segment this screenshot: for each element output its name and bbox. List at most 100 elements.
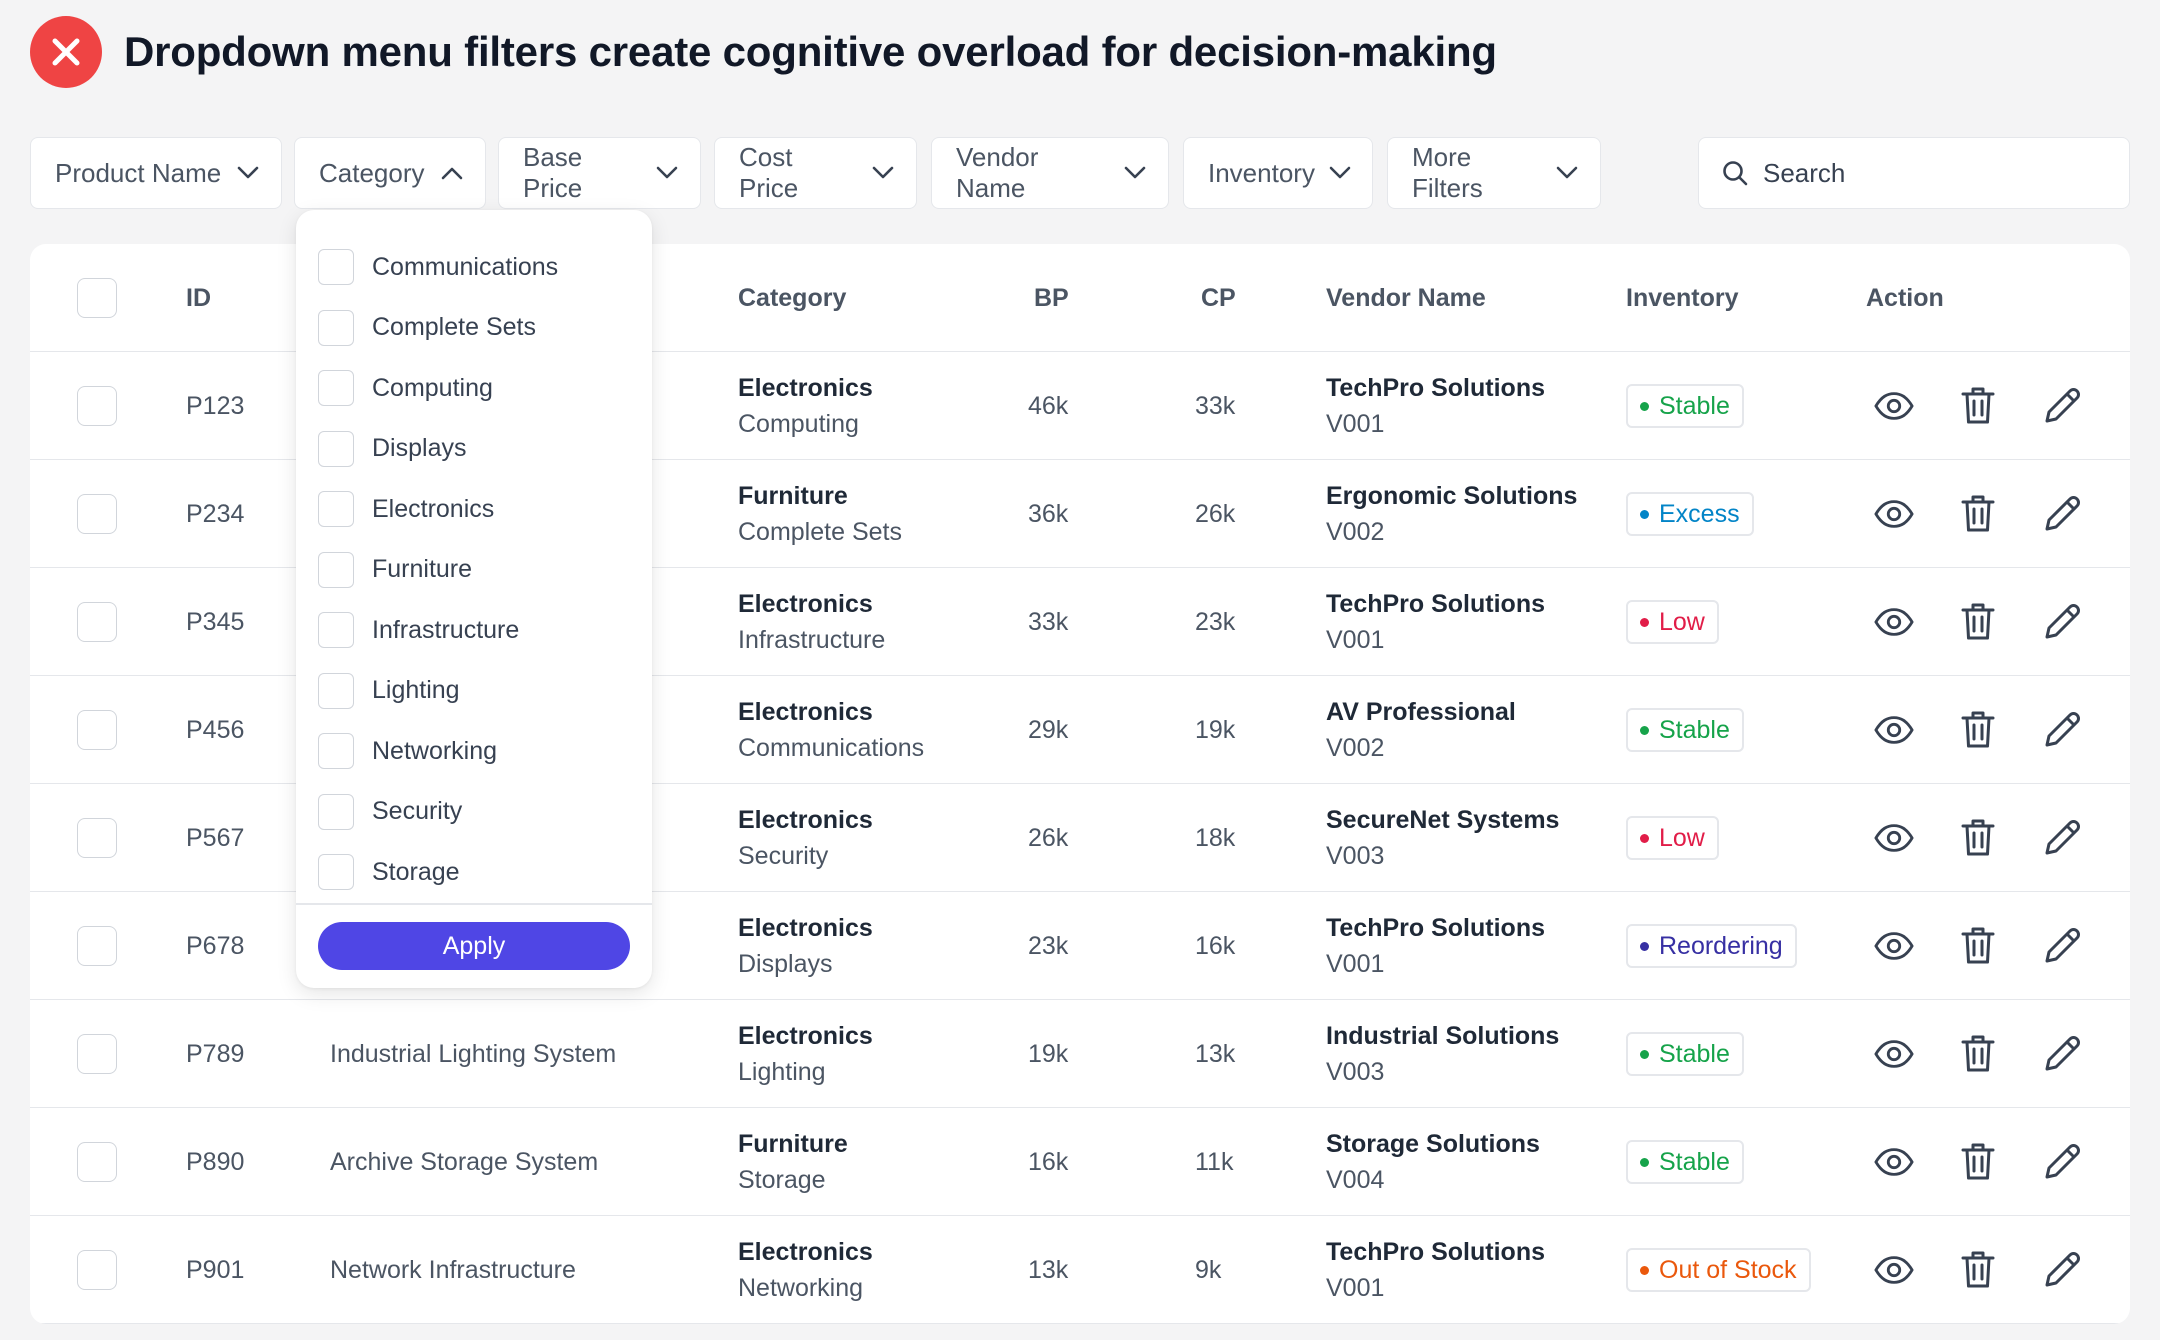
status-label: Stable [1659,1039,1730,1068]
subcategory: Communications [738,734,925,762]
pencil-icon[interactable] [2042,926,2082,966]
filter-label: Base Price [523,142,583,203]
eye-icon[interactable] [1874,1034,1914,1074]
trash-icon[interactable] [1958,1142,1998,1182]
row-checkbox[interactable] [77,1250,117,1290]
base-price: 19k [1028,1039,1069,1068]
row-checkbox[interactable] [77,818,117,858]
eye-icon[interactable] [1874,386,1914,426]
trash-icon[interactable] [1958,602,1998,642]
option-checkbox[interactable] [318,551,354,588]
trash-icon[interactable] [1958,1250,1998,1290]
category-option-displays[interactable]: Displays [318,429,466,469]
row-checkbox[interactable] [77,602,117,642]
row-checkbox[interactable] [77,710,117,750]
category-option-computing[interactable]: Computing [318,368,493,408]
vendor-name: AV Professional [1326,698,1516,726]
option-checkbox[interactable] [318,491,354,527]
option-checkbox[interactable] [318,612,354,648]
filter-label: Cost Price [739,142,799,203]
option-checkbox[interactable] [318,430,354,467]
pencil-icon[interactable] [2042,710,2082,750]
category-option-electronics[interactable]: Electronics [318,489,494,529]
option-checkbox[interactable] [318,309,354,346]
category-option-furniture[interactable]: Furniture [318,550,472,590]
filter-more-filters[interactable]: More Filters [1387,137,1601,209]
pencil-icon[interactable] [2042,494,2082,534]
eye-icon[interactable] [1874,1142,1914,1182]
eye-icon[interactable] [1874,494,1914,534]
table-row: P890 Archive Storage System Furniture St… [30,1108,2130,1216]
pencil-icon[interactable] [2042,386,2082,426]
page-header: Dropdown menu filters create cognitive o… [30,16,1497,88]
filter-product-name[interactable]: Product Name [30,137,282,209]
filter-cost-price[interactable]: Cost Price [714,137,917,209]
category-option-complete-sets[interactable]: Complete Sets [318,308,536,348]
status-dot [1640,725,1649,735]
pencil-icon[interactable] [2042,602,2082,642]
filter-category[interactable]: Category [294,137,486,209]
option-checkbox[interactable] [318,793,354,830]
cost-price: 13k [1195,1039,1236,1068]
status-badge: Stable [1626,384,1744,428]
product-name: Network Infrastructure [330,1255,576,1284]
trash-icon[interactable] [1958,818,1998,858]
category-option-security[interactable]: Security [318,792,462,832]
row-checkbox[interactable] [77,926,117,966]
cost-price: 19k [1195,715,1236,744]
eye-icon[interactable] [1874,602,1914,642]
filter-inventory[interactable]: Inventory [1183,137,1373,209]
option-checkbox[interactable] [318,370,354,406]
pencil-icon[interactable] [2042,1142,2082,1182]
row-checkbox[interactable] [77,494,117,534]
apply-button[interactable]: Apply [318,922,630,970]
category: Electronics [738,1238,873,1266]
option-checkbox[interactable] [318,854,354,890]
trash-icon[interactable] [1958,1034,1998,1074]
filter-vendor-name[interactable]: Vendor Name [931,137,1169,209]
row-checkbox[interactable] [77,1034,117,1074]
option-label: Computing [372,373,493,402]
base-price: 36k [1028,499,1069,528]
status-badge: Excess [1626,492,1754,536]
pencil-icon[interactable] [2042,818,2082,858]
filter-base-price[interactable]: Base Price [498,137,701,209]
eye-icon[interactable] [1874,818,1914,858]
select-all-checkbox[interactable] [77,278,117,318]
row-checkbox[interactable] [77,386,117,426]
status-label: Out of Stock [1659,1255,1797,1284]
product-id: P456 [186,715,245,744]
option-label: Lighting [372,676,460,704]
pencil-icon[interactable] [2042,1034,2082,1074]
trash-icon[interactable] [1958,926,1998,966]
column-bp: BP [1034,283,1069,312]
eye-icon[interactable] [1874,710,1914,750]
vendor-name: TechPro Solutions [1326,1238,1545,1266]
trash-icon[interactable] [1958,494,1998,534]
option-label: Storage [372,857,460,886]
subcategory: Infrastructure [738,626,886,654]
product-id: P901 [186,1255,245,1284]
trash-icon[interactable] [1958,386,1998,426]
category-option-communications[interactable]: Communications [318,247,558,287]
eye-icon[interactable] [1874,1250,1914,1290]
vendor-name: SecureNet Systems [1326,806,1560,834]
trash-icon[interactable] [1958,710,1998,750]
category-option-infrastructure[interactable]: Infrastructure [318,610,519,650]
product-id: P234 [186,499,245,528]
option-label: Electronics [372,494,495,523]
option-checkbox[interactable] [318,249,354,285]
category-option-networking[interactable]: Networking [318,731,497,771]
row-checkbox[interactable] [77,1142,117,1182]
category-option-storage[interactable]: Storage [318,852,460,892]
cost-price: 16k [1195,931,1236,960]
option-checkbox[interactable] [318,672,354,709]
category-option-lighting[interactable]: Lighting [318,671,460,711]
eye-icon[interactable] [1874,926,1914,966]
option-checkbox[interactable] [318,733,354,769]
search-input[interactable]: Search [1698,137,2130,209]
search-icon [1723,161,1748,186]
pencil-icon[interactable] [2042,1250,2082,1290]
option-label: Communications [372,252,559,281]
filter-label: Vendor Name [956,142,1039,203]
